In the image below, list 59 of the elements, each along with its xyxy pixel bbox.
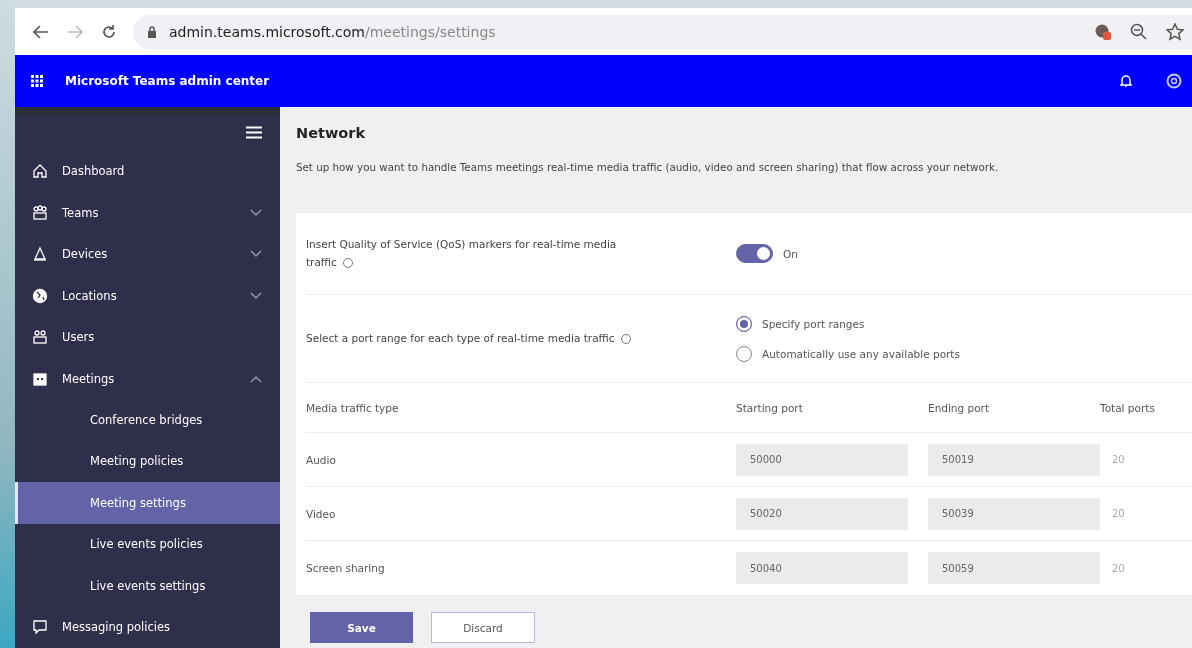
home-icon [32, 163, 48, 180]
setting-label: Insert Quality of Service (QoS) markers for real-time media traffic [306, 236, 618, 270]
zoom-out-icon[interactable] [1130, 22, 1148, 41]
sidebar-subitem[interactable]: Live events settings [15, 565, 280, 607]
table-cell-text: 20 [1111, 454, 1126, 465]
sidebar-item[interactable]: Locations [15, 274, 280, 317]
radio-option[interactable]: Automatically use any available ports [736, 345, 960, 362]
sidebar-subitem[interactable]: Live events policies [15, 523, 280, 566]
sidebar-item[interactable]: Dashboard [15, 150, 280, 192]
chevron-down-icon[interactable] [250, 250, 262, 259]
table-cell-text: 20 [1111, 508, 1126, 519]
star-icon[interactable] [1166, 22, 1184, 41]
calendar-icon [32, 370, 48, 387]
app-title: Microsoft Teams admin center [65, 74, 270, 88]
section-title: Network [296, 125, 367, 143]
column-header: Media traffic type [306, 401, 400, 414]
radio-option[interactable]: Specify port ranges [736, 315, 960, 332]
sidebar-item[interactable]: Users [15, 316, 280, 358]
ending-port-field[interactable]: 50059 [928, 552, 1100, 584]
table-cell-text: Video [306, 507, 337, 520]
menu-icon[interactable] [246, 126, 262, 140]
sidebar-subitem[interactable]: Meeting policies [15, 440, 280, 483]
sidebar-item[interactable]: Devices [15, 233, 280, 275]
users-icon [32, 329, 48, 346]
save-button[interactable]: Save [310, 612, 413, 643]
starting-port-field[interactable]: 50040 [736, 552, 908, 584]
starting-port-field[interactable]: 50020 [736, 497, 908, 530]
app-launcher-icon[interactable] [31, 75, 43, 87]
table-cell-text: Screen sharing [306, 562, 386, 574]
chevron-up-icon[interactable] [250, 374, 262, 383]
chevron-down-icon[interactable] [250, 208, 262, 217]
sidebar-item[interactable]: Teams [15, 191, 280, 234]
toggle-state: On [783, 247, 798, 260]
table-cell-text: 20 [1111, 562, 1126, 574]
people-group-icon [32, 204, 48, 221]
toggle-switch[interactable] [736, 244, 773, 263]
globe-icon [32, 287, 48, 304]
lock-icon [147, 25, 157, 38]
chevron-down-icon[interactable] [250, 291, 262, 300]
column-header: Ending port [928, 401, 991, 414]
starting-port-field[interactable]: 50000 [736, 443, 908, 476]
setting-label: Select a port range for each type of real-time media traffic [306, 329, 736, 348]
sidebar-item[interactable]: Meetings [15, 357, 280, 400]
notifications-icon[interactable] [1120, 74, 1132, 88]
discard-button[interactable]: Discard [431, 612, 535, 643]
url-text: admin.teams.microsoft.com/meetings/settings [169, 23, 496, 40]
address-bar[interactable]: admin.teams.microsoft.com/meetings/settings [133, 14, 1192, 49]
message-icon [32, 619, 48, 636]
settings-icon[interactable] [1166, 73, 1182, 89]
ending-port-field[interactable]: 50019 [928, 443, 1100, 476]
section-description: Set up how you want to handle Teams meetings real-time media traffic (audio, video and screen sharing) that flow across your network. [296, 161, 1000, 175]
cookie-blocked-icon[interactable] [1094, 22, 1112, 41]
sidebar-subitem[interactable]: Conference bridges [15, 399, 280, 441]
ending-port-field[interactable]: 50039 [928, 497, 1100, 530]
column-header: Total ports [1100, 401, 1156, 414]
sidebar-subitem[interactable]: Meeting settings [15, 482, 280, 524]
table-cell-text: Audio [306, 453, 337, 466]
column-header: Starting port [736, 401, 804, 414]
sidebar-item[interactable]: Messaging policies [15, 606, 280, 648]
